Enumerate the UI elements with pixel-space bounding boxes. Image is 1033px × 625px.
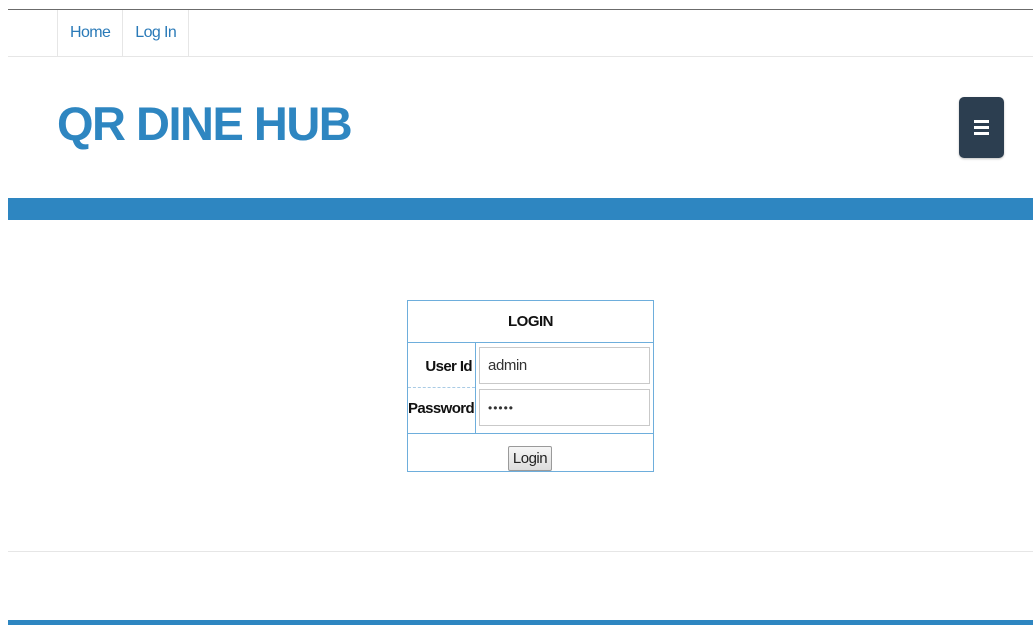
top-nav: Home Log In xyxy=(8,10,1033,57)
column-divider xyxy=(475,342,476,433)
menu-toggle-button[interactable] xyxy=(959,97,1004,158)
login-page: Home Log In QR DINE HUB LOGIN User Id Pa… xyxy=(0,0,1033,625)
site-title: QR DINE HUB xyxy=(57,97,353,150)
nav-login-link[interactable]: Log In xyxy=(123,10,190,56)
password-label: Password xyxy=(408,400,475,417)
footer-rule xyxy=(8,551,1033,552)
footer-band xyxy=(8,620,1033,625)
user-id-label: User Id xyxy=(425,358,472,375)
row-divider xyxy=(408,387,475,388)
hamburger-menu-icon xyxy=(974,120,989,135)
header-band xyxy=(8,198,1033,220)
login-footer: Login xyxy=(408,433,653,472)
nav-home-link[interactable]: Home xyxy=(58,10,124,56)
nav-list: Home Log In xyxy=(57,10,190,56)
login-form: LOGIN User Id Password Login xyxy=(407,300,654,472)
login-title: LOGIN xyxy=(408,301,653,343)
login-button[interactable]: Login xyxy=(508,446,552,471)
password-input[interactable] xyxy=(479,389,650,426)
user-id-input[interactable] xyxy=(479,347,650,384)
